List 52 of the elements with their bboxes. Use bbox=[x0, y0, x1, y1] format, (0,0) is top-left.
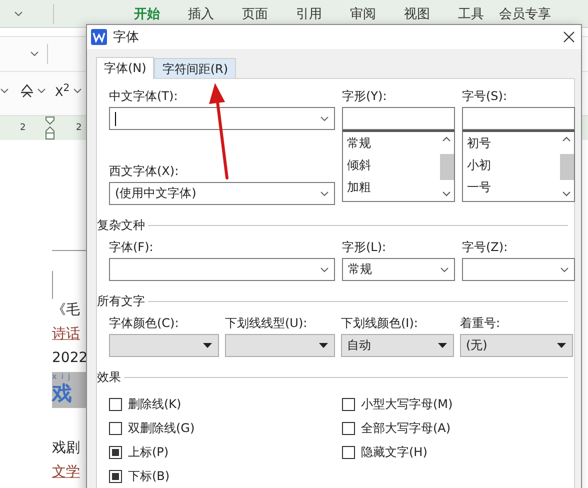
checkbox-label: 删除线(K) bbox=[128, 396, 182, 412]
link[interactable]: 诗话 bbox=[52, 322, 80, 346]
link[interactable]: 文学 bbox=[52, 460, 80, 484]
list-option[interactable]: 小初 bbox=[467, 157, 555, 174]
checkbox-label: 小型大写字母(M) bbox=[361, 396, 453, 412]
ribbon-tab[interactable]: 引用 bbox=[282, 4, 336, 22]
pinyin-text: x i j bbox=[52, 372, 72, 382]
list-option[interactable]: 加粗 bbox=[347, 179, 435, 196]
field-label: 下划线颜色(I): bbox=[341, 316, 419, 331]
font-dropdown[interactable]: 常规 bbox=[342, 258, 455, 281]
field-label: 字形(Y): bbox=[342, 89, 388, 104]
superscript-button[interactable]: X$^{2}$ bbox=[55, 83, 70, 99]
ruler-number: 2 bbox=[20, 123, 26, 133]
dropdown-button[interactable]: 自动 bbox=[341, 334, 454, 357]
ribbon-tab[interactable]: 工具 bbox=[444, 4, 498, 22]
body-text: 2022 bbox=[52, 349, 88, 368]
body-text: 《毛 bbox=[52, 301, 80, 320]
checkbox-label: 隐藏文字(H) bbox=[361, 444, 428, 460]
ribbon-tab[interactable]: 插入 bbox=[174, 4, 228, 22]
ribbon-tab[interactable]: 会员专享 bbox=[498, 4, 552, 22]
font-dropdown[interactable]: (使用中文字体) bbox=[109, 182, 335, 205]
checkbox-label: 上标(P) bbox=[128, 444, 169, 460]
ruler-number: 2 bbox=[76, 123, 82, 133]
section-title: 效果 bbox=[97, 369, 121, 386]
ribbon-tab[interactable]: 页面 bbox=[228, 4, 282, 22]
field-label: 字形(L): bbox=[342, 240, 388, 255]
field-label: 字体(F): bbox=[109, 240, 154, 255]
field-label: 字号(Z): bbox=[462, 240, 509, 255]
field-label: 中文字体(T): bbox=[109, 89, 179, 104]
checkbox-label: 全部大写字母(A) bbox=[361, 420, 451, 436]
tab[interactable]: 字符间距(R) bbox=[154, 58, 236, 78]
ribbon-tab[interactable]: 开始 bbox=[120, 4, 174, 22]
window-title: 字体 bbox=[113, 29, 140, 46]
dropdown-button[interactable]: (无) bbox=[460, 334, 573, 357]
body-text: 戏剧 bbox=[52, 439, 80, 458]
section-title: 复杂文种 bbox=[97, 217, 145, 234]
field-label: 着重号: bbox=[460, 316, 502, 331]
field-label: 下划线线型(U): bbox=[225, 316, 308, 331]
checkbox-label: 下标(B) bbox=[128, 468, 170, 484]
heading-text: 戏 bbox=[52, 382, 73, 404]
tab[interactable]: 字体(N) bbox=[96, 57, 154, 79]
ribbon-tab[interactable]: 视图 bbox=[390, 4, 444, 22]
field-label: 西文字体(X): bbox=[109, 164, 180, 179]
section-title: 所有文字 bbox=[97, 293, 145, 310]
list-option[interactable]: 常规 bbox=[347, 135, 435, 152]
field-label: 字体颜色(C): bbox=[109, 316, 180, 331]
checkbox-label: 双删除线(G) bbox=[128, 420, 195, 436]
ribbon-tab[interactable]: 审阅 bbox=[336, 4, 390, 22]
list-option[interactable]: 一号 bbox=[467, 179, 555, 196]
list-option[interactable]: 初号 bbox=[467, 135, 555, 152]
field-label: 字号(S): bbox=[462, 89, 508, 104]
list-option[interactable]: 倾斜 bbox=[347, 157, 435, 174]
